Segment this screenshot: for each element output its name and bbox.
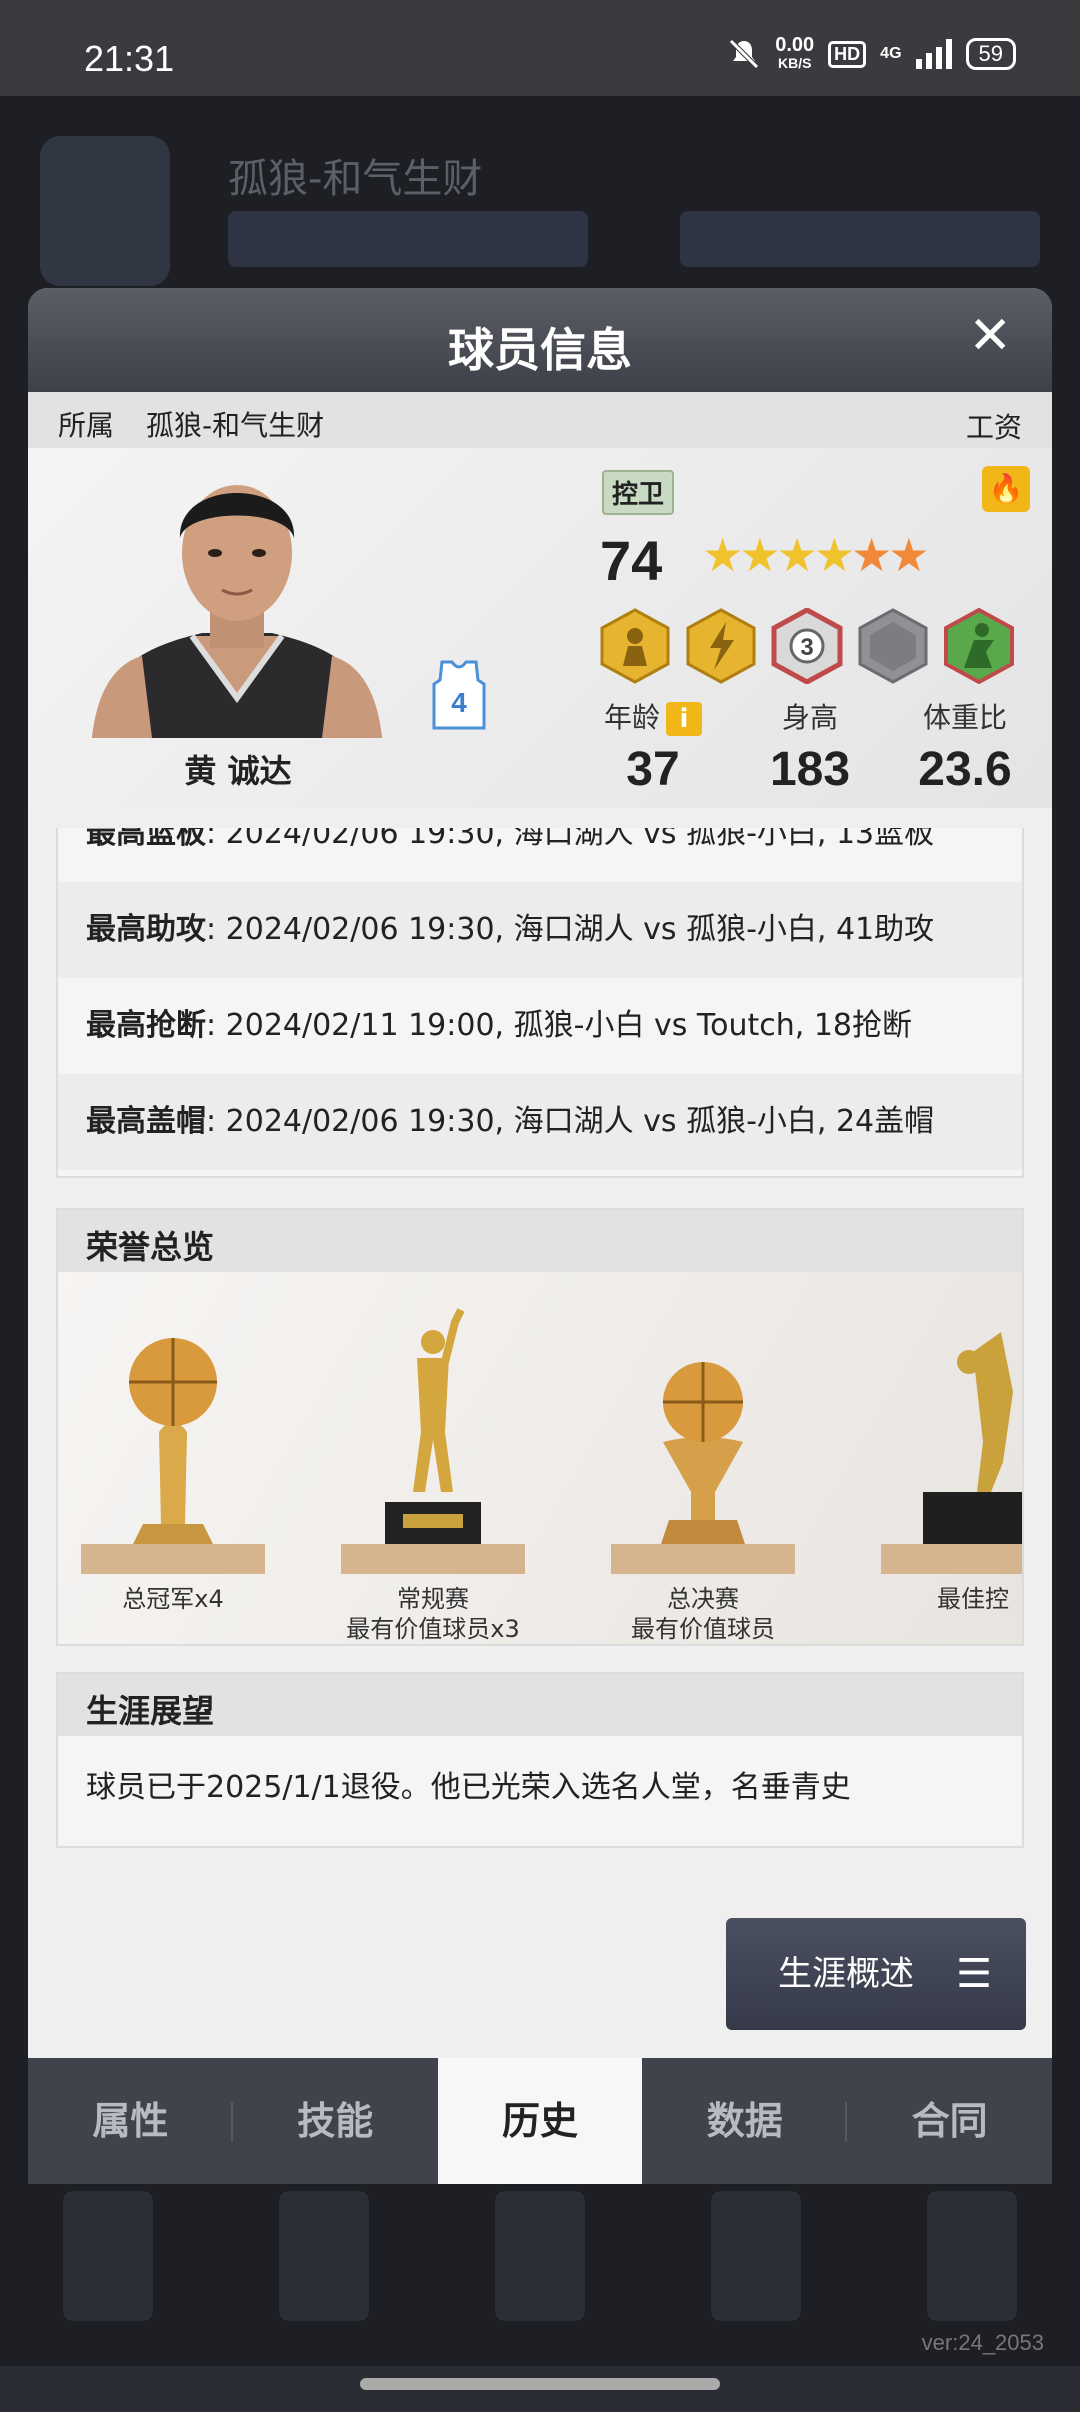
status-time: 21:31 [84, 38, 175, 79]
player-statue-trophy-icon [341, 1308, 525, 1574]
skill-badges: 3 [598, 608, 1016, 684]
modal-header: 球员信息 ✕ [28, 288, 1052, 392]
home-indicator[interactable] [360, 2378, 720, 2390]
tab-bar: 属性 技能 历史 数据 合同 [28, 2058, 1052, 2184]
signal-icon [915, 39, 952, 69]
background-currency-pill [228, 211, 588, 267]
tab-data[interactable]: 数据 [642, 2058, 848, 2184]
background-team-title: 孤狼-和气生财 [228, 156, 483, 202]
age-stat: 年龄 i 37 [598, 696, 708, 797]
status-icons: 0.00 KB/S HD 4G 59 [727, 34, 1016, 72]
tab-contract[interactable]: 合同 [847, 2058, 1052, 2184]
career-overview-label: 生涯概述 [778, 1954, 914, 1994]
weight-ratio-label: 体重比 [922, 701, 1007, 734]
height-label: 身高 [781, 701, 838, 734]
team-label: 所属 [58, 409, 115, 442]
position-tag: 控卫 [602, 470, 675, 515]
career-text: 球员已于2025/1/1退役。他已光荣入选名人堂，名垂青史 [86, 1770, 851, 1805]
star-icon: ★ [702, 528, 743, 582]
team-logo [40, 136, 170, 286]
career-section: 生涯展望 球员已于2025/1/1退役。他已光荣入选名人堂，名垂青史 [56, 1672, 1024, 1848]
team-name: 孤狼-和气生财 [146, 409, 325, 442]
record-row: 最高盖帽: 2024/02/06 19:30, 海口湖人 vs 孤狼-小白, 2… [58, 1074, 1022, 1170]
empty-badge-icon[interactable] [856, 608, 930, 684]
career-title: 生涯展望 [58, 1674, 1022, 1736]
career-overview-button[interactable]: 生涯概述 ☰ [726, 1918, 1026, 2030]
salary-label: 工资 [965, 411, 1022, 444]
record-row: 最高抢断: 2024/02/11 19:00, 孤狼-小白 vs Toutch,… [86, 1008, 913, 1043]
jersey-number: 4 [451, 687, 467, 718]
age-value: 37 [626, 743, 680, 796]
weight-ratio-value: 23.6 [918, 743, 1012, 796]
height-value: 183 [769, 743, 851, 796]
green-defense-badge-icon[interactable] [942, 608, 1016, 684]
honors-section: 荣誉总览 总冠军x4 常规赛 最有价值球员x3 总决赛 最有价值球员 最佳控 [56, 1208, 1024, 1646]
player-portrait [92, 485, 382, 738]
net-speed: 0.00 KB/S [775, 34, 815, 71]
record-row: 最高篮板: 2024/02/06 19:30, 海口湖人 vs 孤狼-小白, 1… [86, 828, 935, 851]
hd-badge: HD [828, 40, 867, 68]
star-rating: ★★★★★★ [702, 528, 930, 582]
dunk-statue-trophy-icon [881, 1332, 1022, 1574]
weight-ratio-stat: 体重比 23.6 [890, 696, 1040, 797]
version-label: ver:24_2053 [921, 2330, 1044, 2355]
close-icon[interactable]: ✕ [968, 306, 1012, 366]
svg-text:3: 3 [800, 634, 813, 661]
tab-history[interactable]: 历史 [437, 2058, 643, 2184]
trophy-finals-mvp[interactable]: 总决赛 最有价值球员 [588, 1292, 818, 1642]
three-point-badge-icon[interactable]: 3 [770, 608, 844, 684]
honors-title: 荣誉总览 [58, 1210, 1022, 1272]
age-info-icon[interactable]: i [666, 702, 702, 736]
record-row: 最高助攻: 2024/02/06 19:30, 海口湖人 vs 孤狼-小白, 4… [58, 882, 1022, 978]
star-icon: ★ [851, 528, 892, 582]
star-icon: ★ [813, 528, 855, 582]
fire-icon[interactable]: 🔥 [982, 466, 1030, 512]
finals-trophy-icon [611, 1362, 795, 1574]
age-label: 年龄 [603, 701, 660, 734]
trophy-best-point-guard[interactable]: 最佳控 [858, 1292, 1022, 1616]
battery-icon: 59 [965, 38, 1016, 70]
modal-title: 球员信息 [448, 323, 632, 377]
tab-skills[interactable]: 技能 [233, 2058, 438, 2184]
height-stat: 身高 183 [740, 696, 880, 797]
player-info-modal: 球员信息 ✕ 所属 孤狼-和气生财 工资 4 黄 诚达 控卫 🔥 74 ★★★★… [28, 288, 1052, 2184]
gold-player-badge-icon[interactable] [598, 608, 672, 684]
basketball-trophy-icon [81, 1338, 265, 1574]
background-nav [0, 2181, 1080, 2361]
star-icon: ★ [739, 528, 780, 582]
gold-lightning-badge-icon[interactable] [684, 608, 758, 684]
player-card: 4 黄 诚达 控卫 🔥 74 ★★★★★★ 3 年龄 i 37 身高 183 体重… [28, 448, 1052, 808]
team-row: 所属 孤狼-和气生财 工资 [28, 392, 1052, 448]
trophy-strip[interactable]: 总冠军x4 常规赛 最有价值球员x3 总决赛 最有价值球员 最佳控 [58, 1272, 1022, 1644]
star-icon: ★ [888, 528, 929, 582]
mute-bell-icon [729, 39, 760, 69]
star-icon: ★ [776, 528, 818, 582]
jersey-icon: 4 [432, 660, 486, 730]
menu-icon: ☰ [956, 1951, 992, 1997]
player-rating: 74 [600, 529, 663, 592]
trophy-regular-season-mvp[interactable]: 常规赛 最有价值球员x3 [318, 1292, 548, 1642]
trophy-champion[interactable]: 总冠军x4 [58, 1292, 288, 1616]
status-bar: 21:31 0.00 KB/S HD 4G 59 [0, 0, 1080, 96]
records-list[interactable]: 最高篮板: 2024/02/06 19:30, 海口湖人 vs 孤狼-小白, 1… [56, 828, 1024, 1178]
tab-attributes[interactable]: 属性 [28, 2058, 233, 2184]
signal-type: 4G [880, 45, 902, 62]
background-diamond-pill [680, 211, 1040, 267]
player-name: 黄 诚达 [184, 752, 292, 790]
